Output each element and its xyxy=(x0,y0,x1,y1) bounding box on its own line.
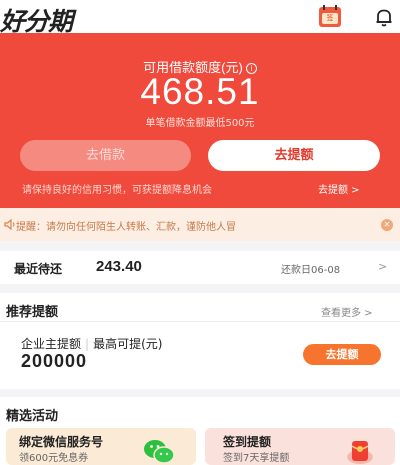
section-title: 精选活动 xyxy=(6,409,59,424)
activity-card-wechat[interactable]: 绑定微信服务号 领600元免息券 xyxy=(6,428,196,465)
offer-max-label: 最高可提(元) xyxy=(93,337,163,351)
view-more-link[interactable]: 查看更多 > xyxy=(321,304,373,319)
notice-bar: 提醒：请勿向任何陌生人转账、汇款，谨防他人冒 ✕ xyxy=(0,208,400,241)
minimum-loan-note: 单笔借款金额最低500元 xyxy=(145,118,255,129)
business-owner-offer: 企业主提额 | 最高可提(元) xyxy=(21,335,162,352)
business-raise-button[interactable]: 去提额 xyxy=(303,344,381,365)
calendar-rings xyxy=(323,5,337,10)
section-title: 推荐提额 xyxy=(6,305,59,320)
raise-limit-link[interactable]: 去提额 > xyxy=(318,181,360,196)
repayment-date: 还款日06-08 xyxy=(281,265,341,276)
offer-type: 企业主提额 xyxy=(21,337,82,351)
notice-text: 提醒：请勿向任何陌生人转账、汇款，谨防他人冒 xyxy=(16,222,236,233)
activity-name: 签到提额 xyxy=(223,435,272,449)
upcoming-repayment-amount: 243.40 xyxy=(96,258,142,275)
credit-limit-panel: 可用借款额度(元) i 468.51 单笔借款金额最低500元 去借款 去提额 请… xyxy=(0,33,400,208)
offer-max-value: 200000 xyxy=(21,351,88,371)
activity-name: 绑定微信服务号 xyxy=(19,435,104,449)
separator: | xyxy=(85,337,90,351)
sign-in-calendar-button[interactable]: 签 xyxy=(319,5,341,27)
credit-habit-tip: 请保持良好的信用习惯，可获提额降息机会 xyxy=(22,185,212,196)
speaker-icon xyxy=(4,219,15,230)
bell-icon[interactable] xyxy=(374,7,394,27)
chevron-right-icon: > xyxy=(378,260,388,273)
top-bar: 好分期 签 xyxy=(0,0,400,36)
red-envelope-icon xyxy=(347,441,373,464)
recommended-limit-card: 推荐提额 查看更多 > 企业主提额 | 最高可提(元) 200000 去提额 xyxy=(0,293,400,389)
upcoming-repayment-row[interactable]: 最近待还 243.40 还款日06-08 > xyxy=(0,251,400,284)
activity-desc: 签到7天享提额 xyxy=(223,453,290,464)
close-icon[interactable]: ✕ xyxy=(381,219,393,231)
upcoming-repayment-label: 最近待还 xyxy=(14,262,63,276)
featured-activities: 精选活动 绑定微信服务号 领600元免息券 签到提额 签到7天享提额 xyxy=(0,397,400,465)
raise-limit-button[interactable]: 去提额 xyxy=(208,140,380,171)
wechat-icon xyxy=(144,440,175,464)
borrow-button[interactable]: 去借款 xyxy=(20,140,191,171)
activity-card-checkin[interactable]: 签到提额 签到7天享提额 xyxy=(205,428,395,465)
activity-desc: 领600元免息券 xyxy=(19,453,89,464)
divider xyxy=(0,321,400,322)
sign-badge: 签 xyxy=(322,13,338,24)
app-screen: 好分期 签 可用借款额度(元) i 468.51 单笔借款金额最低500元 去借款… xyxy=(0,0,400,465)
available-amount: 468.51 xyxy=(140,71,260,112)
